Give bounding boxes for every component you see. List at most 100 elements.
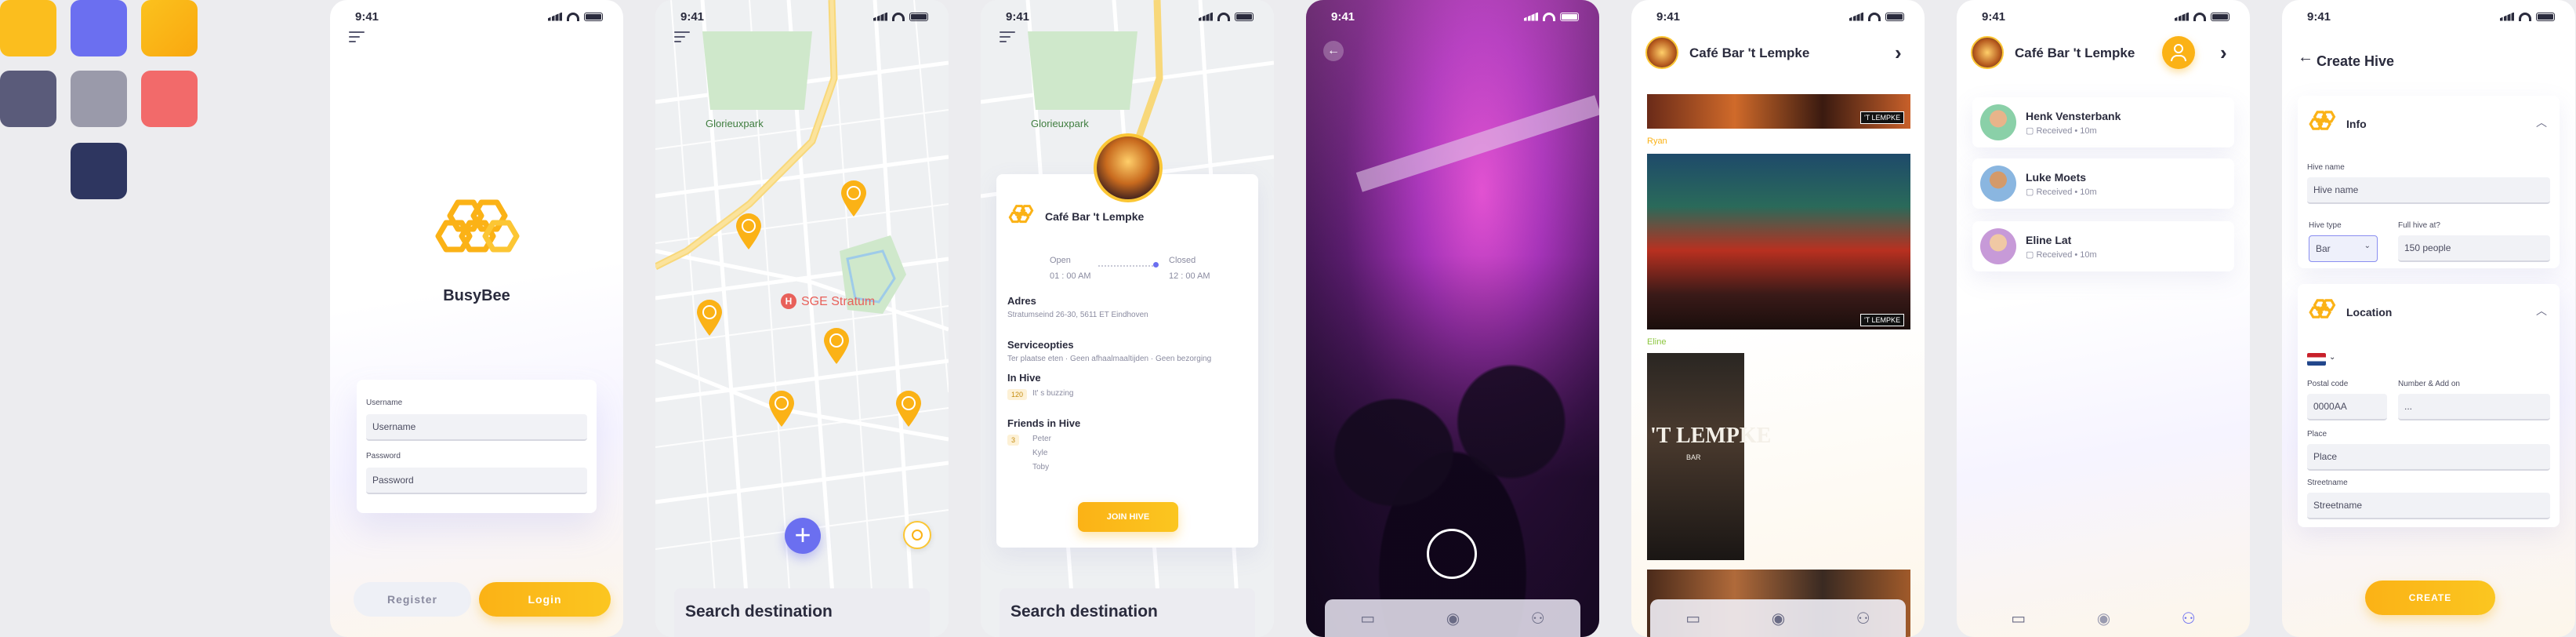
hive-pin-icon[interactable] — [894, 389, 923, 428]
wifi-icon — [2519, 12, 2531, 21]
venue-title: Café Bar 't Lempke — [1689, 46, 1810, 60]
battery-icon — [584, 12, 603, 21]
status-time: 9:41 — [355, 9, 379, 24]
street-label: Streetname — [2307, 479, 2348, 487]
tab-camera-icon[interactable]: ◉ — [1772, 609, 1785, 628]
locate-icon[interactable] — [903, 521, 931, 549]
feed-screen: 9:41 Café Bar 't Lempke › 'T LEMPKE Ryan… — [1631, 0, 1925, 637]
hive-pin-icon[interactable] — [822, 326, 851, 366]
hive-title: In Hive — [1007, 372, 1041, 384]
back-arrow-icon[interactable]: ← — [2298, 49, 2313, 67]
password-input[interactable]: Password — [366, 468, 587, 494]
search-input[interactable]: Search destination — [674, 588, 930, 637]
create-button[interactable]: CREATE — [2365, 581, 2495, 615]
tab-camera-icon[interactable]: ◉ — [2097, 609, 2110, 628]
status-bar: 9:41 — [981, 0, 1274, 33]
busybee-logo — [435, 199, 520, 253]
hive-type-select[interactable]: Bar ⌄ — [2309, 235, 2378, 262]
country-flag-icon[interactable] — [2307, 353, 2326, 366]
map-view[interactable]: Glorieuxpark H SGE Stratum + — [655, 0, 949, 637]
signal-icon — [2500, 12, 2514, 21]
collapse-icon[interactable]: ︿ — [2536, 303, 2547, 318]
wifi-icon — [1868, 12, 1881, 21]
login-screen: 9:41 BusyBee Username Username Password … — [330, 0, 623, 637]
hive-status: It' s buzzing — [1032, 389, 1074, 398]
hive-logo-icon — [1008, 205, 1034, 224]
park-label: Glorieuxpark — [1031, 118, 1089, 129]
back-arrow-icon[interactable]: ← — [1323, 41, 1344, 61]
wifi-icon — [2193, 12, 2206, 21]
swatch-navy — [71, 143, 127, 199]
signal-icon — [1199, 12, 1213, 21]
park-label: Glorieuxpark — [706, 118, 764, 129]
tab-friends-icon[interactable]: ⚇ — [1531, 609, 1545, 628]
menu-icon[interactable] — [349, 31, 365, 42]
register-button[interactable]: Register — [354, 582, 471, 617]
friend-name: Eline Lat — [2026, 234, 2072, 246]
street-input[interactable]: Streetname — [2307, 493, 2550, 519]
tab-friends-icon[interactable]: ⚇ — [1856, 609, 1870, 628]
tab-chat-icon[interactable]: ▭ — [1360, 609, 1375, 628]
shutter-button[interactable] — [1427, 529, 1477, 579]
status-time: 9:41 — [1331, 9, 1355, 24]
page-title: Create Hive — [2317, 53, 2395, 69]
status-bar: 9:41 — [1306, 0, 1599, 33]
tab-chat-icon[interactable]: ▭ — [2011, 609, 2026, 628]
login-card: Username Username Password Password — [357, 380, 597, 513]
full-hive-input[interactable]: 150 people — [2398, 235, 2550, 262]
hive-name-input[interactable]: Hive name — [2307, 177, 2550, 204]
hive-count-badge: 120 — [1007, 389, 1028, 400]
wifi-icon — [1217, 12, 1230, 21]
full-hive-label: Full hive at? — [2398, 221, 2440, 230]
status-bar: 9:41 — [1957, 0, 2250, 33]
number-label: Number & Add on — [2398, 380, 2460, 388]
status-time: 9:41 — [2307, 9, 2331, 24]
login-button[interactable]: Login — [479, 582, 611, 617]
tab-bar: ▭ ◉ ⚇ — [1650, 599, 1906, 637]
menu-icon[interactable] — [674, 31, 690, 42]
hive-type-label: Hive type — [2309, 221, 2342, 230]
photo-sign: 'T LEMPKE — [1860, 111, 1905, 124]
status-bar: 9:41 — [1631, 0, 1925, 33]
hive-pin-icon[interactable] — [695, 298, 724, 337]
hive-pin-icon[interactable] — [734, 212, 764, 251]
venue-photo — [1094, 133, 1163, 202]
search-input[interactable]: Search destination — [1000, 588, 1255, 637]
friend-row[interactable]: Eline Lat ▢ Received • 10m — [1972, 221, 2234, 271]
poi-marker-icon: H — [781, 293, 796, 309]
hive-pin-icon[interactable] — [839, 179, 869, 218]
signal-icon — [1524, 12, 1538, 21]
friend-row[interactable]: Luke Moets ▢ Received • 10m — [1972, 158, 2234, 209]
wifi-icon — [567, 12, 579, 21]
user-icon[interactable] — [2162, 36, 2195, 69]
create-hive-screen: 9:41 ← Create Hive Info ︿ Hive name Hive… — [2282, 0, 2575, 637]
signal-icon — [873, 12, 887, 21]
hive-name-label: Hive name — [2307, 163, 2345, 172]
hive-pin-icon[interactable] — [767, 389, 796, 428]
friend-row[interactable]: Henk Vensterbank ▢ Received • 10m — [1972, 97, 2234, 147]
menu-icon[interactable] — [1000, 31, 1015, 42]
venue-card: Café Bar 't Lempke Open 01 : 00 AM Close… — [996, 133, 1258, 548]
tab-camera-icon[interactable]: ◉ — [1446, 609, 1460, 628]
forward-icon[interactable]: › — [2220, 41, 2227, 65]
hive-logo-icon — [2309, 299, 2336, 318]
chevron-down-icon: ⌄ — [2329, 353, 2336, 362]
friends-title: Friends in Hive — [1007, 417, 1081, 429]
status-time: 9:41 — [1656, 9, 1681, 24]
tab-bar: ▭ ◉ ⚇ — [1976, 599, 2231, 637]
place-input[interactable]: Place — [2307, 444, 2550, 471]
info-section: Info ︿ Hive name Hive name Hive type Bar… — [2298, 96, 2560, 268]
username-input[interactable]: Username — [366, 414, 587, 441]
tab-chat-icon[interactable]: ▭ — [1685, 609, 1700, 628]
forward-icon[interactable]: › — [1895, 41, 1902, 65]
post-photo — [1647, 154, 1910, 329]
wifi-icon — [1543, 12, 1555, 21]
postal-input[interactable]: 0000AA — [2307, 394, 2387, 420]
tab-friends-icon[interactable]: ⚇ — [2182, 609, 2196, 628]
number-input[interactable]: ... — [2398, 394, 2550, 420]
collapse-icon[interactable]: ︿ — [2536, 115, 2547, 130]
join-hive-button[interactable]: JOIN HIVE — [1078, 502, 1178, 532]
friends-screen: 9:41 Café Bar 't Lempke › Henk Vensterba… — [1957, 0, 2250, 637]
add-hive-button[interactable]: + — [785, 518, 821, 554]
swatch-grey — [71, 71, 127, 127]
